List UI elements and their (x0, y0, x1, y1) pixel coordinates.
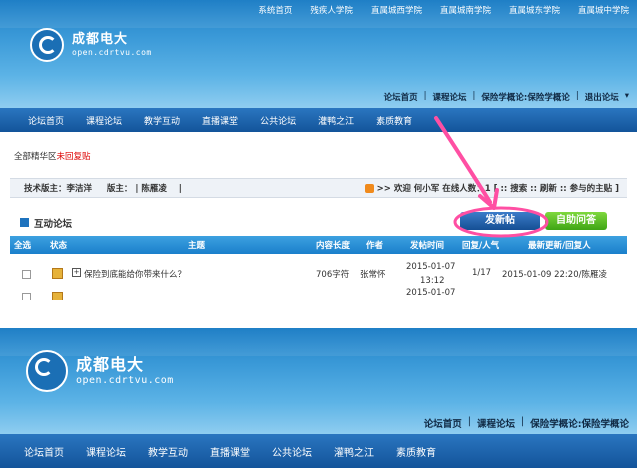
welcome-text: >> 欢迎 何小军 在线人数：1 [ :: 搜索 :: 刷新 :: 参与的主贴 … (376, 184, 619, 194)
site-logo[interactable]: 成都电大 open.cdrtvu.com (30, 28, 152, 62)
logo-emblem-icon (26, 350, 68, 392)
nav-forum-home[interactable]: 论坛首页 (28, 114, 64, 127)
col-status: 状态 (50, 241, 68, 251)
screenshot-top: 系统首页 残疾人学院 直属城西学院 直属城南学院 直属城东学院 直属城中学院 成… (0, 0, 637, 300)
topic-status-icon (52, 268, 63, 279)
self-qa-button[interactable]: 自助问答 (545, 212, 607, 230)
top-link-disabled-college[interactable]: 残疾人学院 (310, 4, 353, 16)
screenshot-bottom: 成都电大 open.cdrtvu.com 论坛首页 | 课程论坛 | 保险学概论… (0, 328, 637, 468)
topic-author[interactable]: 张常怀 (360, 268, 386, 280)
table-row[interactable]: + 保险到底能给你带来什么？ 706字符 张常怀 2015-01-07 13:1… (10, 256, 627, 300)
forum-panel: 互动论坛 发新帖 自助问答 全选 状态 主题 内容长度 作者 发帖时间 回复/人… (10, 210, 627, 300)
col-length: 内容长度 (316, 241, 351, 251)
nav-live-zoom[interactable]: 直播课堂 (210, 444, 250, 459)
subnav-current-course-zoom[interactable]: 保险学概论:保险学概论 (530, 416, 629, 430)
filter-unreplied[interactable]: 未回复贴 (57, 152, 91, 162)
moderator-info: 技术版主：李洁洋 版主： | 陈雁凌 | (24, 182, 182, 194)
tech-mod-name[interactable]: 李洁洋 (67, 184, 93, 194)
col-author: 作者 (366, 241, 384, 251)
filter-all-featured[interactable]: 全部精华区 (14, 152, 57, 162)
forum-square-icon (20, 218, 29, 227)
top-link-west-college[interactable]: 直属城西学院 (371, 4, 422, 16)
nav-teaching-zoom[interactable]: 教学互动 (148, 444, 188, 459)
logout-link[interactable]: 退出论坛 (585, 91, 619, 103)
nav-course-forum-zoom[interactable]: 课程论坛 (86, 444, 126, 459)
moderator-bar: 技术版主：李洁洋 版主： | 陈雁凌 | >> 欢迎 何小军 在线人数：1 [ … (10, 178, 627, 198)
chevron-down-icon[interactable]: ▾ (625, 91, 629, 103)
expand-plus-icon[interactable]: + (72, 268, 81, 277)
mod-name[interactable]: 陈雁凌 (141, 184, 167, 194)
topic-time: 13:12 (420, 276, 445, 286)
top-link-east-college[interactable]: 直属城东学院 (509, 4, 560, 16)
nav-live[interactable]: 直播课堂 (202, 114, 238, 127)
row-checkbox[interactable] (22, 270, 31, 279)
mod-label: 版主： (106, 184, 133, 194)
topic-last-update[interactable]: 2015-01-09 22:20/陈雁凌 (502, 268, 607, 280)
col-post-time: 发帖时间 (410, 241, 445, 251)
nav-guanya[interactable]: 灌鸭之江 (318, 114, 354, 127)
logo-name: 成都电大 (72, 32, 129, 48)
site-logo-zoom[interactable]: 成都电大 open.cdrtvu.com (26, 350, 174, 392)
main-nav: 论坛首页 课程论坛 教学互动 直播课堂 公共论坛 灌鸭之江 素质教育 (0, 108, 637, 132)
subnav-current-course[interactable]: 保险学概论:保险学概论 (481, 91, 569, 103)
nav-public-forum[interactable]: 公共论坛 (260, 114, 296, 127)
welcome-info: >> 欢迎 何小军 在线人数：1 [ :: 搜索 :: 刷新 :: 参与的主贴 … (364, 182, 619, 194)
top-links: 系统首页 残疾人学院 直属城西学院 直属城南学院 直属城东学院 直属城中学院 (258, 4, 629, 16)
logo-domain-zoom: open.cdrtvu.com (76, 374, 174, 386)
col-select-all[interactable]: 全选 (14, 239, 31, 251)
col-replies: 回复/人气 (462, 241, 500, 251)
forum-title: 互动论坛 (34, 219, 73, 230)
nav-quality-edu-zoom[interactable]: 素质教育 (396, 444, 436, 459)
subnav-course-forum[interactable]: 课程论坛 (433, 91, 467, 103)
nav-public-forum-zoom[interactable]: 公共论坛 (272, 444, 312, 459)
forum-breadcrumb-zoom: 论坛首页 | 课程论坛 | 保险学概论:保险学概论 (423, 416, 629, 430)
col-last-update: 最新更新/回复人 (528, 241, 591, 251)
tech-mod-label: 技术版主： (24, 184, 67, 194)
topic-date: 2015-01-07 (406, 262, 456, 272)
subnav-course-forum-zoom[interactable]: 课程论坛 (477, 416, 515, 430)
top-link-home[interactable]: 系统首页 (258, 4, 292, 16)
table-header: 全选 状态 主题 内容长度 作者 发帖时间 回复/人气 最新更新/回复人 (10, 236, 627, 254)
nav-teaching[interactable]: 教学互动 (144, 114, 180, 127)
main-nav-zoom: 论坛首页 课程论坛 教学互动 直播课堂 公共论坛 灌鸭之江 素质教育 (0, 434, 637, 468)
subnav-forum-home-zoom[interactable]: 论坛首页 (424, 416, 462, 430)
logo-name-zoom: 成都电大 (76, 355, 145, 375)
topic-date-2: 2015-01-07 (406, 288, 456, 298)
nav-course-forum[interactable]: 课程论坛 (86, 114, 122, 127)
gap-divider (0, 300, 637, 328)
topic-status-icon-2 (52, 292, 63, 300)
mod-separator: | (135, 184, 139, 194)
new-post-button[interactable]: 发新帖 (460, 212, 540, 230)
row-checkbox-2[interactable] (22, 293, 31, 300)
logo-emblem-icon (30, 28, 64, 62)
logo-domain: open.cdrtvu.com (72, 48, 152, 57)
rss-icon[interactable] (364, 183, 374, 193)
topic-replies: 1/17 (472, 268, 492, 278)
topic-length: 706字符 (316, 270, 350, 280)
nav-guanya-zoom[interactable]: 灌鸭之江 (334, 444, 374, 459)
col-subject: 主题 (188, 241, 206, 251)
nav-forum-home-zoom[interactable]: 论坛首页 (24, 444, 64, 459)
filter-breadcrumb: 全部精华区未回复贴 (14, 150, 91, 162)
topic-subject[interactable]: 保险到底能给你带来什么？ (84, 268, 186, 280)
nav-quality-edu[interactable]: 素质教育 (376, 114, 412, 127)
forum-breadcrumb: 论坛首页 | 课程论坛 | 保险学概论:保险学概论 | 退出论坛 ▾ (383, 91, 629, 103)
site-header: 系统首页 残疾人学院 直属城西学院 直属城南学院 直属城东学院 直属城中学院 成… (0, 0, 637, 108)
top-link-central-college[interactable]: 直属城中学院 (578, 4, 629, 16)
mod-trailing-separator: | (178, 184, 182, 194)
subnav-forum-home[interactable]: 论坛首页 (384, 91, 418, 103)
top-link-south-college[interactable]: 直属城南学院 (440, 4, 491, 16)
site-header-zoom: 成都电大 open.cdrtvu.com 论坛首页 | 课程论坛 | 保险学概论… (0, 328, 637, 434)
